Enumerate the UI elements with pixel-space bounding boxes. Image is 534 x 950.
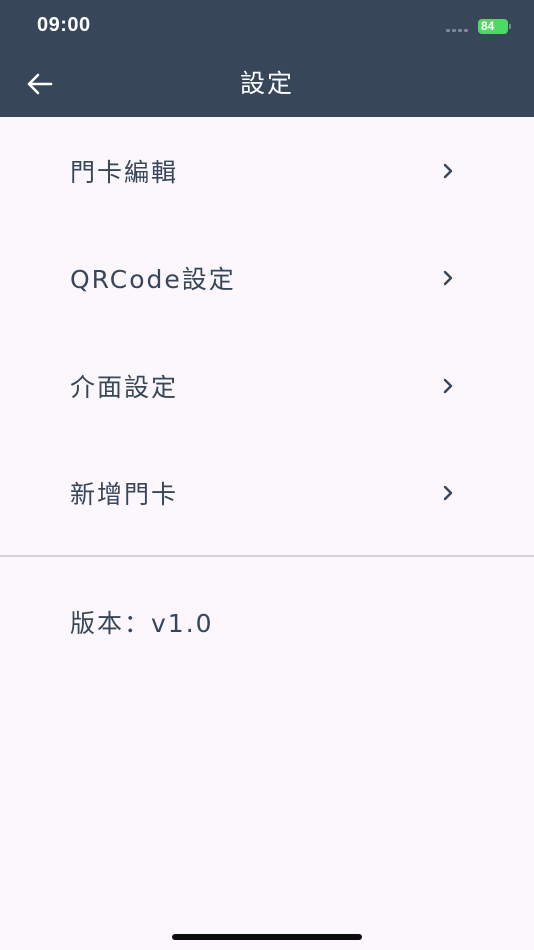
menu-item-add-card[interactable]: 新增門卡 [0,440,534,548]
battery-cap [509,24,511,29]
settings-menu: 門卡編輯 QRCode設定 介面設定 新增門卡 [0,117,534,547]
menu-item-card-edit[interactable]: 門卡編輯 [0,117,534,225]
menu-item-label: 介面設定 [70,372,179,402]
menu-item-qrcode-settings[interactable]: QRCode設定 [0,225,534,333]
chevron-right-icon [443,271,453,286]
menu-item-label: 新增門卡 [70,480,179,510]
chevron-right-icon [443,486,453,501]
menu-item-label: QRCode設定 [70,265,236,295]
chevron-right-icon [443,163,453,178]
cellular-signal-icon [446,29,468,32]
page-title: 設定 [239,69,294,98]
menu-item-label: 門卡編輯 [70,157,179,187]
app-header: 09:00 84 設定 [0,0,534,117]
menu-item-interface-settings[interactable]: 介面設定 [0,332,534,440]
version-label: 版本：v1.0 [70,609,214,638]
chevron-right-icon [443,378,453,393]
battery-icon: 84 [478,19,508,34]
status-time: 09:00 [37,14,91,36]
divider [0,555,534,557]
home-indicator[interactable] [172,934,362,940]
